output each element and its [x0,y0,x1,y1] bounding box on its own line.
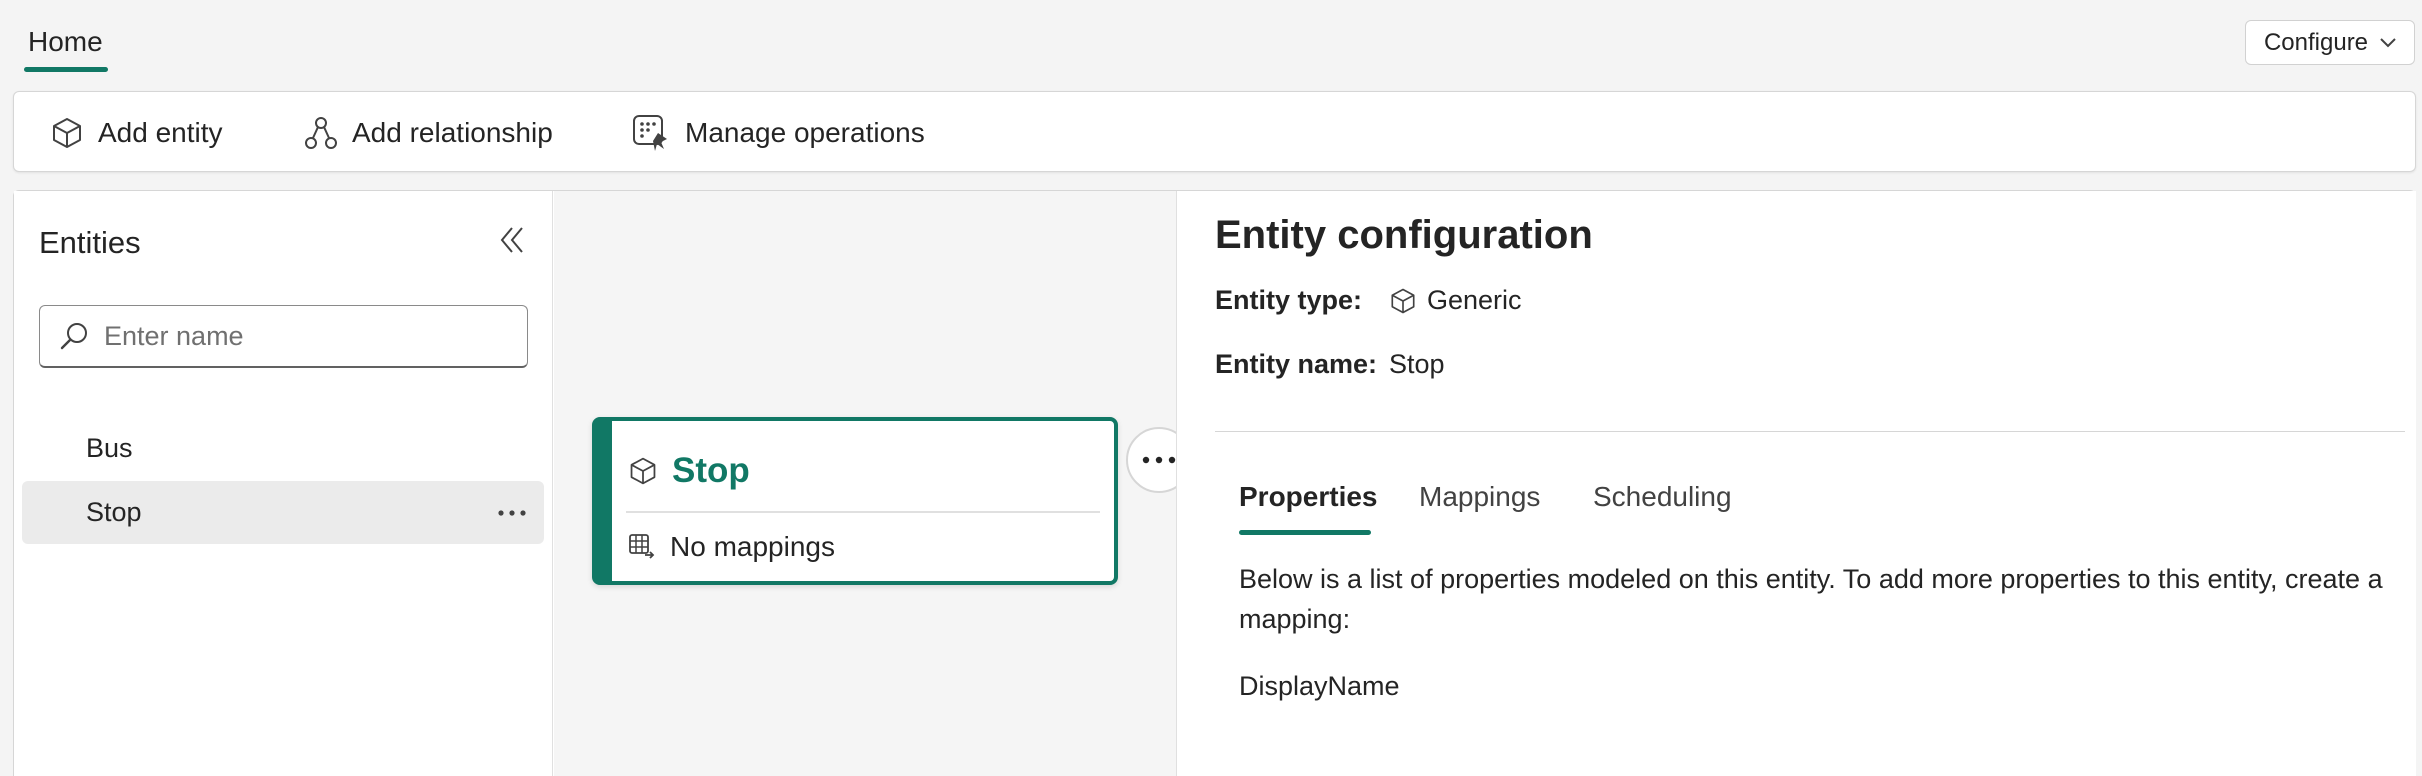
cube-icon [53,117,81,148]
chevron-down-icon [2380,37,2396,47]
tab-mappings[interactable]: Mappings [1419,481,1540,513]
add-entity-button[interactable]: Add entity [50,92,223,173]
config-title: Entity configuration [1215,213,1593,257]
model-canvas[interactable]: Stop No mappings [554,191,1192,776]
card-divider [626,511,1100,513]
entity-type-value: Generic [1389,285,1522,316]
table-link-icon [629,534,655,559]
entity-name-label: Entity name: [1215,349,1378,379]
entity-item-stop[interactable]: Stop [22,481,544,544]
card-title-row: Stop [628,451,750,491]
cube-icon [1391,288,1415,313]
add-entity-label: Add entity [98,116,223,148]
property-item: DisplayName [1239,671,1400,701]
tab-scheduling[interactable]: Scheduling [1593,481,1732,513]
tab-properties[interactable]: Properties [1239,481,1378,513]
card-mapping-row: No mappings [628,531,835,563]
entity-item-bus[interactable]: Bus [22,417,544,480]
search-icon [60,323,87,350]
tab-home-indicator [24,67,108,72]
more-horizontal-icon [498,510,526,516]
add-relationship-button[interactable]: Add relationship [304,92,553,173]
configure-button[interactable]: Configure [2245,20,2415,65]
config-divider [1215,431,2405,432]
search-box[interactable] [39,305,528,368]
manage-operations-icon [633,114,667,151]
relationship-icon [305,116,337,149]
tab-home[interactable]: Home [28,26,103,58]
more-horizontal-icon [1142,456,1176,464]
manage-operations-button[interactable]: Manage operations [631,92,925,173]
configure-label: Configure [2263,28,2369,56]
cube-icon [630,457,656,485]
entity-type-text: Generic [1427,285,1522,315]
entity-type-row: Entity type: Generic [1215,285,1522,316]
entity-type-label: Entity type: [1215,285,1363,315]
toolbar: Add entity Add relationship Manage opera… [13,91,2416,172]
search-input[interactable] [104,320,504,352]
entities-pane: Entities Bus Stop [14,191,553,776]
card-title: Stop [672,451,750,490]
properties-description: Below is a list of properties modeled on… [1239,564,2383,634]
entities-title: Entities [39,225,141,260]
entity-name-value: Stop [1389,349,1445,379]
entity-item-label: Bus [86,433,133,463]
add-relationship-label: Add relationship [352,116,553,148]
double-chevron-left-icon [500,227,523,253]
entity-configuration-pane: Entity configuration Entity type: Generi… [1176,191,2416,776]
entity-name-row: Entity name: Stop [1215,349,1445,380]
entity-item-label: Stop [86,497,142,527]
card-mapping-text: No mappings [670,531,835,562]
main-panel: Entities Bus Stop [13,190,2416,776]
collapse-pane-button[interactable] [498,225,526,260]
entity-more-button[interactable] [494,495,530,531]
tab-properties-indicator [1239,530,1371,535]
entity-card-stop[interactable]: Stop No mappings [592,417,1118,585]
manage-operations-label: Manage operations [685,116,925,148]
